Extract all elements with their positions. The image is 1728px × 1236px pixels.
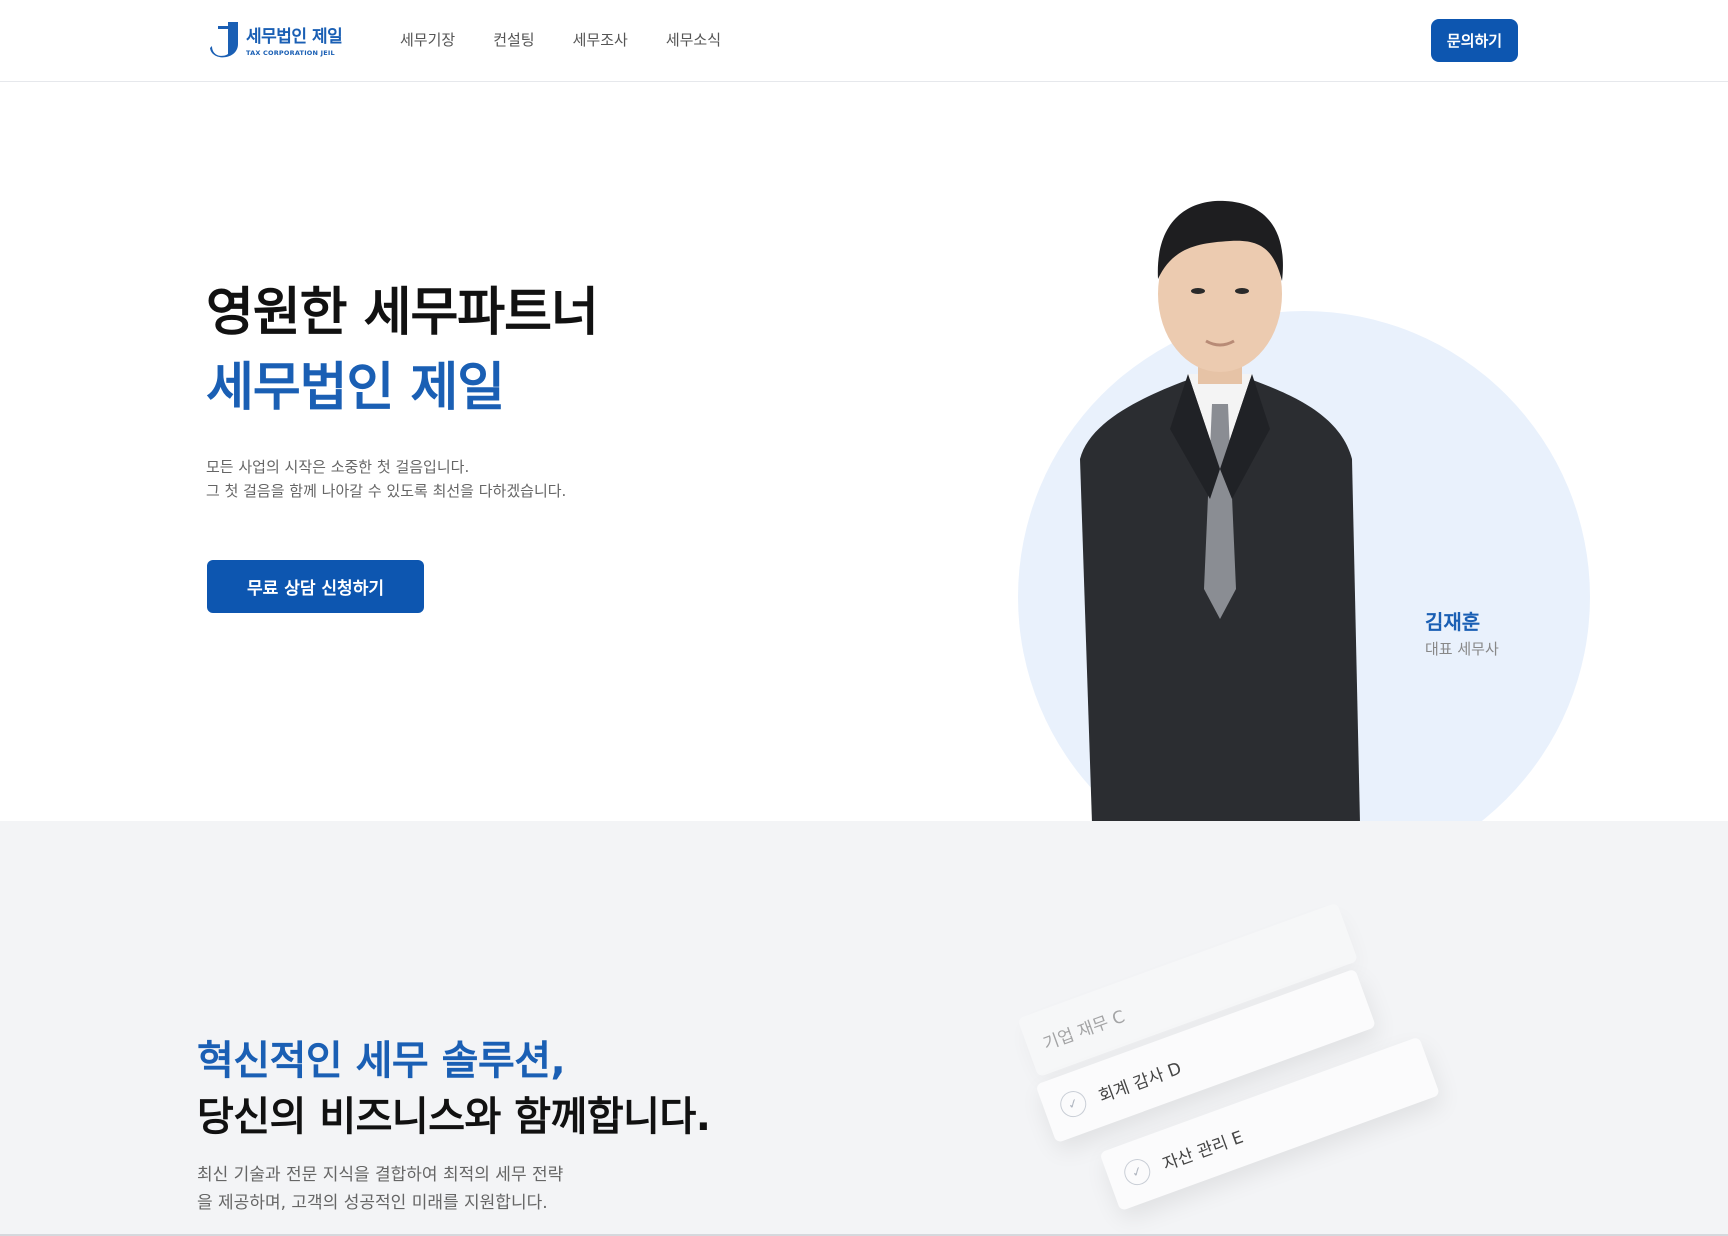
logo-title: 세무법인 제일 xyxy=(246,26,343,47)
ceo-role: 대표 세무사 xyxy=(1425,640,1499,658)
ceo-portrait xyxy=(1060,169,1380,821)
main-nav: 세무기장 컨설팅 세무조사 세무소식 xyxy=(400,29,721,50)
solutions-title: 혁신적인 세무 솔루션, xyxy=(197,1038,566,1084)
service-cards: 기업 재무 C ✓ 회계 감사 D ✓ 자산 관리 E xyxy=(1017,902,1441,1236)
check-icon: ✓ xyxy=(1120,1155,1154,1189)
logo[interactable]: 세무법인 제일 TAX CORPORATION JEIL xyxy=(208,18,343,60)
service-card-label: 자산 관리 E xyxy=(1160,1127,1246,1175)
free-consultation-button[interactable]: 무료 상담 신청하기 xyxy=(207,560,424,613)
check-icon: ✓ xyxy=(1056,1087,1090,1121)
nav-item-consulting[interactable]: 컨설팅 xyxy=(493,29,534,50)
site-header: 세무법인 제일 TAX CORPORATION JEIL 세무기장 컨설팅 세무… xyxy=(0,0,1728,82)
hero-description: 모든 사업의 시작은 소중한 첫 걸음입니다. 그 첫 걸음을 함께 나아갈 수… xyxy=(206,458,567,500)
nav-item-tax-audit[interactable]: 세무조사 xyxy=(573,29,628,50)
solutions-subtitle: 당신의 비즈니스와 함께합니다. xyxy=(197,1094,711,1140)
service-card-label: 회계 감사 D xyxy=(1096,1058,1185,1107)
solutions-description: 최신 기술과 전문 지식을 결합하여 최적의 세무 전략 을 제공하며, 고객의… xyxy=(197,1165,564,1213)
hero-title-brand: 세무법인 제일 xyxy=(206,358,505,418)
ceo-name: 김재훈 xyxy=(1425,610,1481,634)
hero-title: 영원한 세무파트너 xyxy=(206,283,599,343)
solutions-section: 혁신적인 세무 솔루션, 당신의 비즈니스와 함께합니다. 최신 기술과 전문 … xyxy=(0,821,1728,1236)
hero-section: 영원한 세무파트너 세무법인 제일 모든 사업의 시작은 소중한 첫 걸음입니다… xyxy=(0,83,1728,821)
logo-icon xyxy=(208,18,242,60)
contact-button[interactable]: 문의하기 xyxy=(1431,19,1518,62)
service-card-label: 기업 재무 C xyxy=(1040,1006,1128,1055)
nav-item-bookkeeping[interactable]: 세무기장 xyxy=(400,29,455,50)
nav-item-tax-news[interactable]: 세무소식 xyxy=(666,29,721,50)
logo-subtitle: TAX CORPORATION JEIL xyxy=(246,48,335,57)
